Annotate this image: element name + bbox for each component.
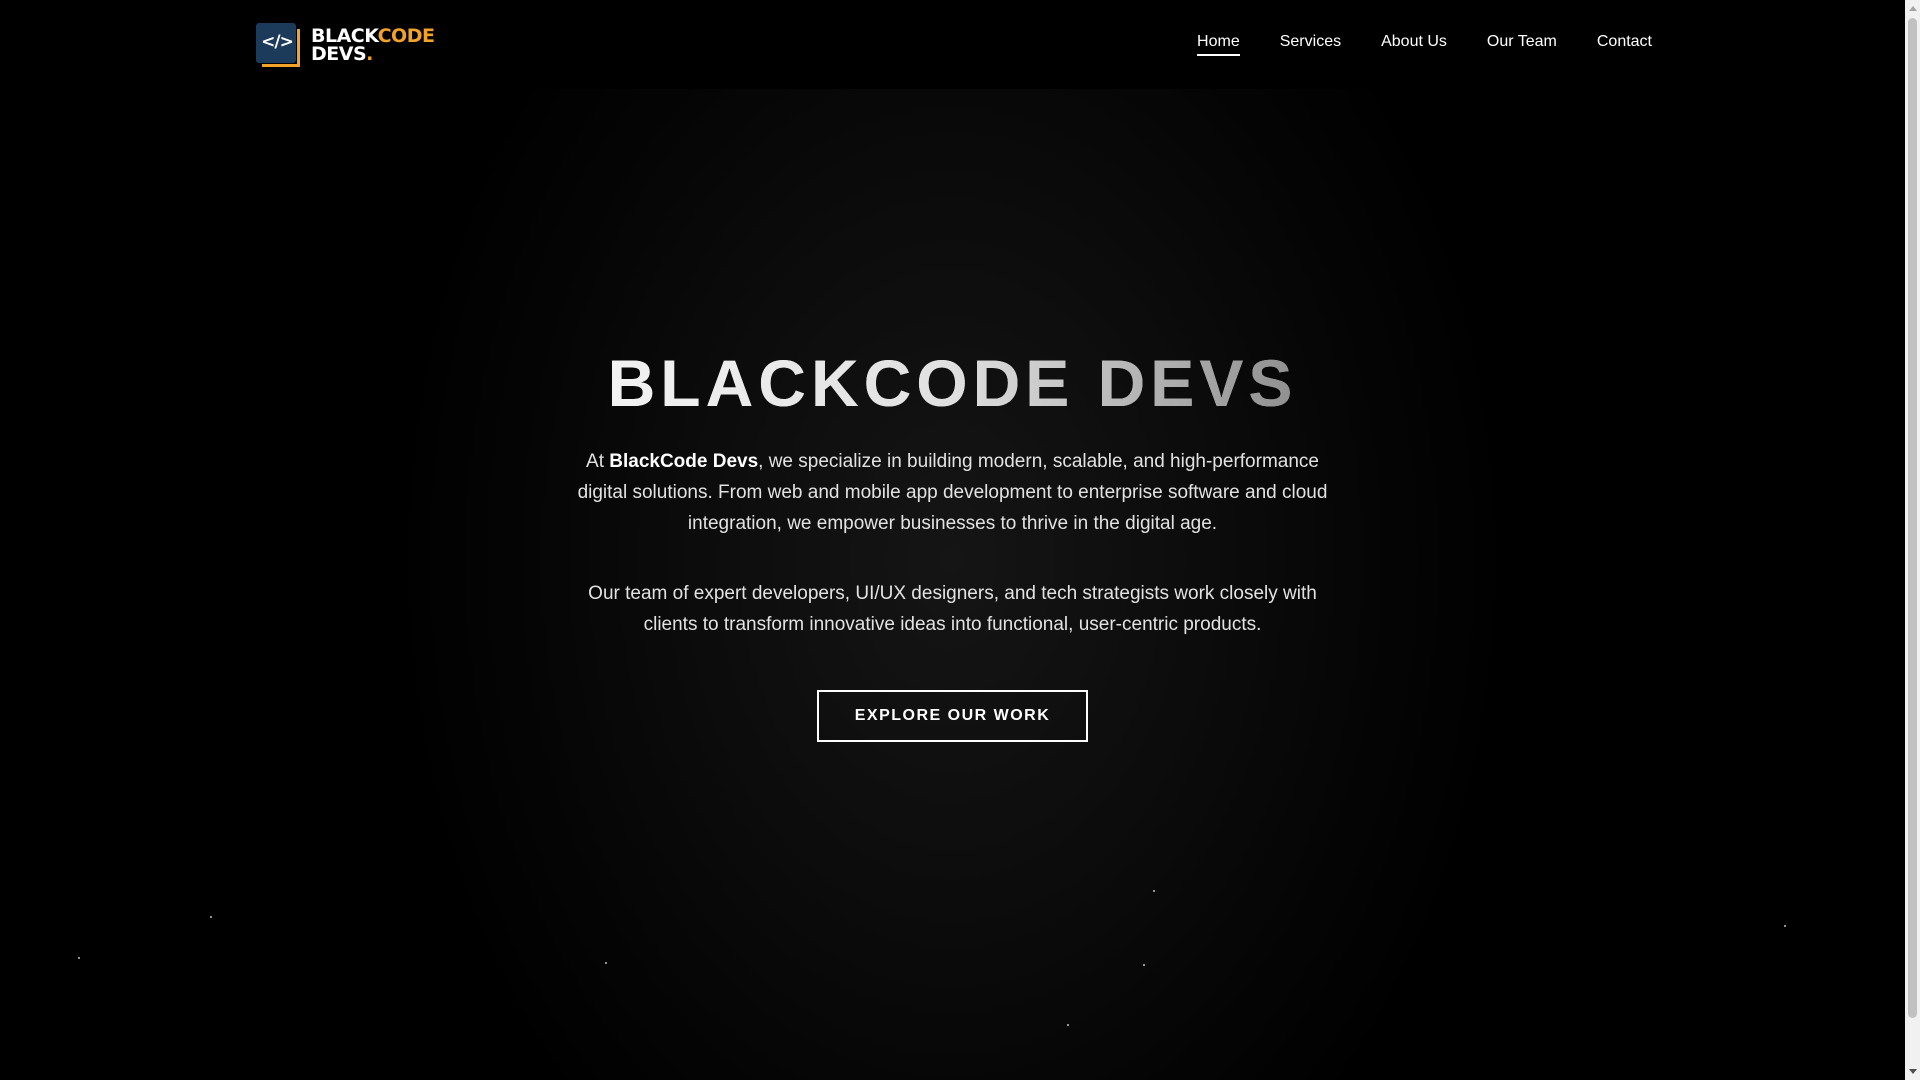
star-dot [78, 957, 80, 959]
nav-services[interactable]: Services [1280, 33, 1341, 56]
brand-logo[interactable]: </> BLACKCODE DEVS. [256, 20, 446, 70]
nav-contact[interactable]: Contact [1597, 33, 1652, 56]
logo-dot: . [366, 43, 373, 65]
star-dot [210, 916, 212, 918]
scroll-down-arrow-icon[interactable] [1905, 1063, 1920, 1080]
hero-title: BLACKCODE DEVS [0, 345, 1905, 421]
site-header: </> BLACKCODE DEVS. Home Services About … [0, 0, 1905, 89]
star-dot [605, 962, 607, 964]
scroll-up-arrow-icon[interactable] [1905, 0, 1920, 17]
hero-intro-paragraph: At BlackCode Devs, we specialize in buil… [560, 446, 1345, 539]
hero-section: BLACKCODE DEVS At BlackCode Devs, we spe… [0, 0, 1905, 1080]
star-dot [1143, 964, 1145, 966]
explore-our-work-button[interactable]: EXPLORE OUR WORK [817, 690, 1088, 742]
logo-line-2: DEVS. [311, 43, 434, 65]
logo-word-devs: DEVS [311, 43, 367, 65]
code-brackets-icon: </> [256, 23, 300, 67]
star-dot [1784, 925, 1786, 927]
hero-title-text: BLACKCODE DEVS [607, 346, 1298, 420]
logo-symbol: </> [261, 32, 294, 52]
intro-prefix: At [586, 451, 610, 472]
logo-wordmark: BLACKCODE DEVS. [311, 25, 435, 65]
intro-brand-name: BlackCode Devs [609, 451, 759, 472]
star-dot [1067, 1024, 1069, 1026]
main-nav: Home Services About Us Our Team Contact [1197, 33, 1652, 56]
vertical-scrollbar[interactable] [1905, 0, 1920, 1080]
page: </> BLACKCODE DEVS. Home Services About … [0, 0, 1920, 1080]
hero-team-paragraph: Our team of expert developers, UI/UX des… [588, 583, 1317, 635]
nav-home[interactable]: Home [1197, 33, 1240, 56]
nav-about-us[interactable]: About Us [1381, 33, 1447, 56]
nav-our-team[interactable]: Our Team [1487, 33, 1557, 56]
logo-word-code: CODE [377, 25, 435, 47]
scrollbar-thumb[interactable] [1908, 18, 1917, 1018]
star-dot [1153, 890, 1155, 892]
